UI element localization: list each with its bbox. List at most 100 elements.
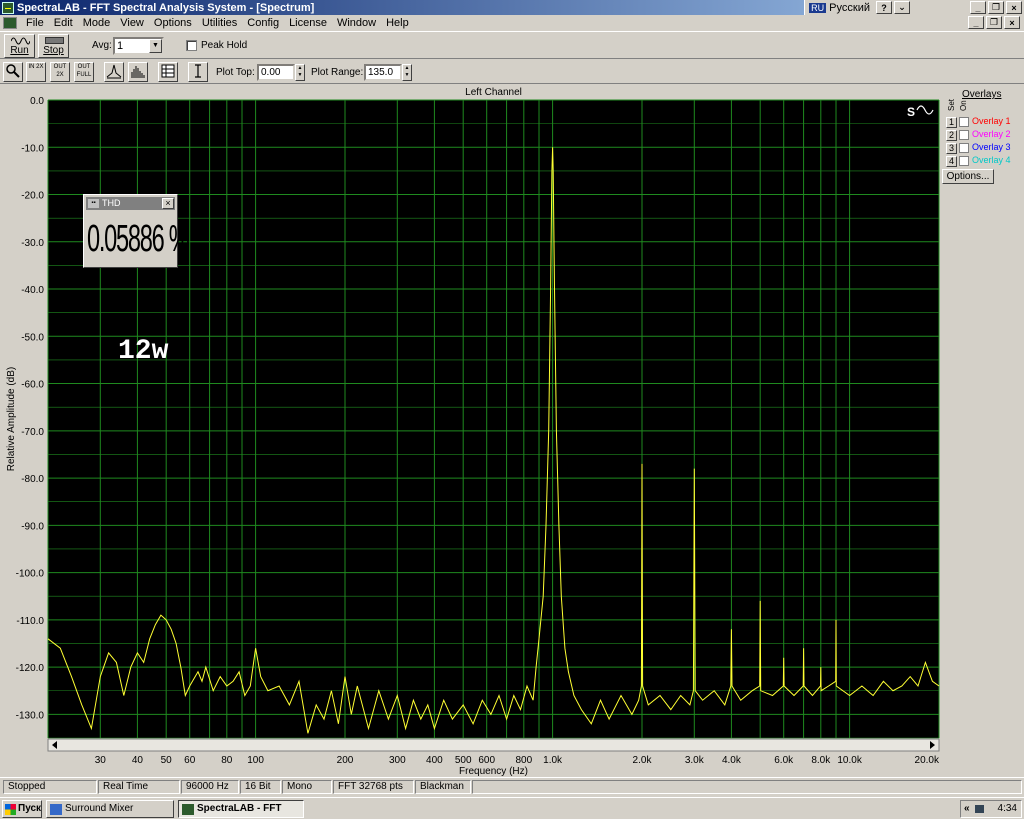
y-tick-label: -10.0 [21,143,44,154]
overlay-label: Overlay 1 [972,116,1011,126]
start-label: Пуск [18,803,42,814]
spectrum-chart[interactable]: 0.0 -10.0 -20.0 -30.0 -40.0 -50.0 -60.0 -70.0 -8… [0,85,942,776]
status-bar: Stopped Real Time 96000 Hz 16 Bit Mono F… [0,777,1024,795]
overlays-panel: Overlays Set On 1 Overlay 1 2 Overlay 2 … [942,85,1024,776]
overlay-set-button[interactable]: 4 [946,156,957,167]
task-surround-mixer[interactable]: Surround Mixer [46,800,174,818]
menu-utilities[interactable]: Utilities [197,17,242,29]
stop-icon [45,37,64,44]
zoom-in-2x-button[interactable]: IN 2X [26,62,46,82]
x-tick-label: 40 [132,755,144,766]
zoom-out-full-button[interactable]: OUT FULL [74,62,94,82]
spinner-arrows-icon[interactable]: ▲ ▼ [295,64,305,81]
restore-button[interactable]: ❐ [988,1,1004,14]
menu-license[interactable]: License [284,17,332,29]
start-button[interactable]: Пуск [2,800,42,818]
document-icon[interactable] [3,16,17,29]
meter-icon: ▪▪ [88,199,99,208]
app-icon[interactable] [2,1,14,14]
overlay-row: 3 Overlay 3 [946,142,1024,155]
avg-label: Avg: [92,40,112,51]
avg-select[interactable]: 1 ▼ [113,37,164,55]
doc-close-button[interactable]: × [1004,16,1020,29]
x-tick-label: 50 [161,755,173,766]
overlay-on-checkbox[interactable] [959,130,969,140]
speaker-icon[interactable] [975,805,984,813]
tray-expand-icon[interactable]: « [964,801,970,817]
language-indicator[interactable]: RU Русский [804,0,876,15]
menu-config[interactable]: Config [242,17,284,29]
plot-range-input[interactable]: 135.0 [364,64,402,81]
doc-minimize-button[interactable]: _ [968,16,984,29]
mixer-app-icon [50,804,62,815]
y-tick-label: -110.0 [16,616,44,627]
main-toolbar: Run Stop Avg: 1 ▼ Peak Hold [0,31,1024,59]
overlay-on-checkbox[interactable] [959,156,969,166]
minimize-button[interactable]: _ [970,1,986,14]
overlay-options-button[interactable]: Options... [942,169,994,184]
task-spectralab[interactable]: SpectraLAB - FFT Spe... [178,800,304,818]
window-title: SpectraLAB - FFT Spectral Analysis Syste… [17,1,315,14]
peak-hold-label: Peak Hold [201,40,248,51]
dropdown-arrow-icon[interactable]: ▼ [149,39,162,53]
zoom-button[interactable] [3,62,23,82]
doc-restore-button[interactable]: ❐ [986,16,1002,29]
menu-options[interactable]: Options [149,17,197,29]
peak-hold-checkbox[interactable] [186,40,197,51]
overlay-set-button[interactable]: 3 [946,143,957,154]
display-settings-button[interactable] [158,62,178,82]
bar-plot-icon [131,66,145,78]
x-tick-label: 6.0k [774,755,794,766]
x-tick-label: 1.0k [543,755,563,766]
language-name: Русский [829,1,870,14]
plot-range-label: Plot Range: [311,67,364,78]
zoom-out-2x-button[interactable]: OUT 2X [50,62,70,82]
avg-value: 1 [117,40,124,52]
menu-window[interactable]: Window [332,17,381,29]
overlays-title: Overlays [962,89,1002,100]
plot-top-input[interactable]: 0.00 [257,64,295,81]
menu-edit[interactable]: Edit [49,17,78,29]
spreadsheet-icon [161,64,175,78]
x-tick-label: 10.0k [837,755,862,766]
menu-file[interactable]: File [21,17,49,29]
x-tick-label: 80 [221,755,233,766]
x-tick-label: 2.0k [633,755,653,766]
menu-mode[interactable]: Mode [78,17,116,29]
clock: 4:34 [997,803,1017,814]
overlay-set-button[interactable]: 1 [946,117,957,128]
collapse-button[interactable]: ⌄ [894,1,910,14]
thd-close-button[interactable]: × [162,198,174,209]
menu-help[interactable]: Help [381,17,414,29]
language-code: RU [809,2,827,13]
x-tick-label: 600 [478,755,495,766]
overlay-on-checkbox[interactable] [959,117,969,127]
line-plot-button[interactable] [104,62,124,82]
x-tick-label: 500 [455,755,472,766]
stop-button[interactable]: Stop [38,34,69,58]
bar-plot-button[interactable] [128,62,148,82]
spinner-arrows-icon[interactable]: ▲ ▼ [402,64,412,81]
document-window-controls: _ ❐ × [968,16,1022,29]
y-tick-label: -50.0 [21,332,44,343]
menu-view[interactable]: View [115,17,149,29]
thd-window[interactable]: ▪▪ THD × 0.05886 % [83,194,190,268]
y-axis-label: Relative Amplitude (dB) [6,367,17,472]
run-label: Run [10,45,29,56]
x-tick-label: 200 [337,755,354,766]
cursor-button[interactable] [188,62,208,82]
overlays-set-header: Set [947,98,956,111]
status-fft-size: FFT 32768 pts [333,780,414,794]
spectrum-plot-area: Left Channel 0.0 -10.0 -20.0 -30.0 -40.0 -50.… [0,85,942,776]
task-label: Surround Mixer [65,803,134,814]
overlay-row: 2 Overlay 2 [946,129,1024,142]
sine-wave-icon [11,37,30,45]
overlay-on-checkbox[interactable] [959,143,969,153]
status-spare [472,780,1022,794]
overlay-label: Overlay 3 [972,142,1011,152]
help-button[interactable]: ? [876,1,892,14]
run-button[interactable]: Run [4,34,35,58]
close-button[interactable]: × [1006,1,1022,14]
stop-label: Stop [43,45,64,56]
overlay-set-button[interactable]: 2 [946,130,957,141]
